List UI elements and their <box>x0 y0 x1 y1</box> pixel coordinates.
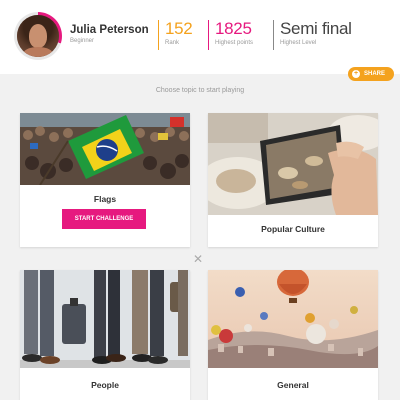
points-value: 1825 <box>215 19 252 38</box>
share-button[interactable]: + SHARE <box>348 67 394 81</box>
topic-card-popular-culture[interactable]: Popular Culture <box>208 113 378 247</box>
avatar[interactable] <box>17 15 59 57</box>
user-name: Julia Peterson <box>70 24 149 36</box>
popular-culture-image <box>208 113 378 215</box>
topic-title-popular-culture: Popular Culture <box>261 224 325 234</box>
profile-header: Julia Peterson Beginner 152 Rank 1825 Hi… <box>0 0 400 74</box>
topic-title-flags: Flags <box>93 194 117 204</box>
user-level: Beginner <box>70 38 95 44</box>
general-image <box>208 270 378 368</box>
plus-icon: + <box>352 70 360 78</box>
choose-topic-prompt: Choose topic to start playing <box>155 87 245 94</box>
topic-title-people: People <box>91 380 119 390</box>
people-image <box>20 270 190 368</box>
share-label: SHARE <box>364 71 386 77</box>
start-challenge-button[interactable]: START CHALLENGE <box>62 209 146 229</box>
points-label: Highest points <box>215 40 254 46</box>
topic-card-people[interactable]: People <box>20 270 190 400</box>
topic-card-flags[interactable]: Flags START CHALLENGE <box>20 113 190 247</box>
rank-value: 152 <box>165 19 193 38</box>
close-icon[interactable]: ✕ <box>193 253 203 265</box>
stat-highest-level: Semi final Highest Level <box>273 20 352 50</box>
topic-card-general[interactable]: General <box>208 270 378 400</box>
level-value: Semi final <box>280 19 352 38</box>
flags-image <box>20 113 190 185</box>
rank-label: Rank <box>165 40 180 46</box>
level-label: Highest Level <box>280 40 317 46</box>
stat-highest-points: 1825 Highest points <box>208 20 253 50</box>
stat-rank: 152 Rank <box>158 19 193 50</box>
topic-title-general: General <box>277 380 309 390</box>
avatar-progress-ring <box>14 12 62 60</box>
